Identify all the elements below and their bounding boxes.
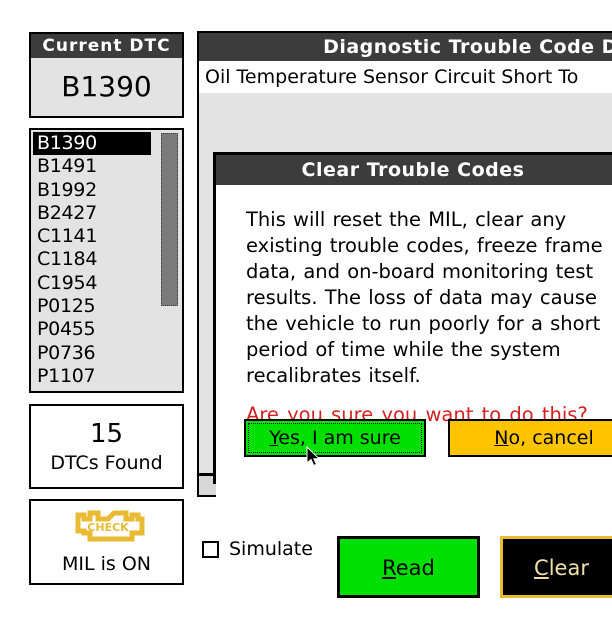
current-dtc-panel: Current DTC B1390: [29, 32, 184, 118]
yes-button-accel: Y: [269, 427, 279, 449]
clear-trouble-codes-dialog: Clear Trouble Codes This will reset the …: [213, 152, 612, 511]
dtc-count-value: 15: [89, 418, 124, 449]
dialog-titlebar: Clear Trouble Codes: [216, 155, 612, 185]
dtc-code-list[interactable]: B1390 B1491 B1992 B2427 C1141 C1184 C1954 P0125…: [31, 130, 151, 391]
dtc-list-item[interactable]: P0455: [33, 318, 151, 341]
yes-button-label: es, I am sure: [278, 427, 401, 449]
dtc-list-item[interactable]: B1390: [33, 132, 151, 156]
check-engine-icon: CHECK: [68, 509, 146, 547]
dtc-list-item[interactable]: P0125: [33, 295, 151, 318]
svg-text:CHECK: CHECK: [87, 521, 129, 534]
dtc-list-item[interactable]: P0736: [33, 342, 151, 365]
no-button-accel: N: [494, 427, 509, 449]
read-button[interactable]: Read: [337, 536, 480, 598]
dtc-list-item[interactable]: C1184: [33, 248, 151, 271]
read-button-label: ead: [395, 556, 435, 580]
dtc-description-text: Oil Temperature Sensor Circuit Short To: [199, 61, 612, 93]
dtc-list-scrollbar[interactable]: [161, 133, 178, 388]
dtc-list-item[interactable]: B2427: [33, 202, 151, 225]
current-dtc-header: Current DTC: [31, 34, 182, 58]
mil-status-panel: CHECK MIL is ON: [29, 499, 184, 585]
yes-i-am-sure-button[interactable]: Yes, I am sure: [244, 419, 426, 457]
dtc-list-item[interactable]: P1107: [33, 365, 151, 388]
dtc-list-item[interactable]: B1491: [33, 155, 151, 178]
clear-button-accel: C: [534, 556, 549, 580]
dtc-list-panel[interactable]: B1390 B1491 B1992 B2427 C1141 C1184 C1954 P0125…: [29, 128, 184, 393]
dtc-list-item[interactable]: C1954: [33, 272, 151, 295]
dtc-count-label: DTCs Found: [50, 451, 163, 474]
simulate-checkbox[interactable]: [202, 540, 219, 558]
no-button-label: o, cancel: [508, 427, 594, 449]
simulate-label: Simulate: [229, 538, 313, 560]
main-window-titlebar: Diagnostic Trouble Code D: [199, 33, 612, 61]
simulate-row[interactable]: Simulate: [202, 538, 313, 560]
dialog-message-text: This will reset the MIL, clear any exist…: [246, 208, 603, 387]
read-button-accel: R: [382, 556, 396, 580]
dtc-list-item[interactable]: C1141: [33, 225, 151, 248]
mil-status-label: MIL is ON: [61, 553, 151, 575]
bottom-toolbar: Simulate Read Clear: [197, 530, 612, 610]
dtc-count-panel: 15 DTCs Found: [29, 404, 184, 489]
clear-button-label: lear: [548, 556, 589, 580]
no-cancel-button[interactable]: No, cancel: [448, 419, 612, 457]
current-dtc-value: B1390: [31, 58, 182, 115]
dtc-list-item[interactable]: B1992: [33, 179, 151, 202]
scrollbar-thumb[interactable]: [161, 133, 178, 307]
clear-button[interactable]: Clear: [500, 536, 612, 598]
dialog-body: This will reset the MIL, clear any exist…: [216, 185, 612, 511]
